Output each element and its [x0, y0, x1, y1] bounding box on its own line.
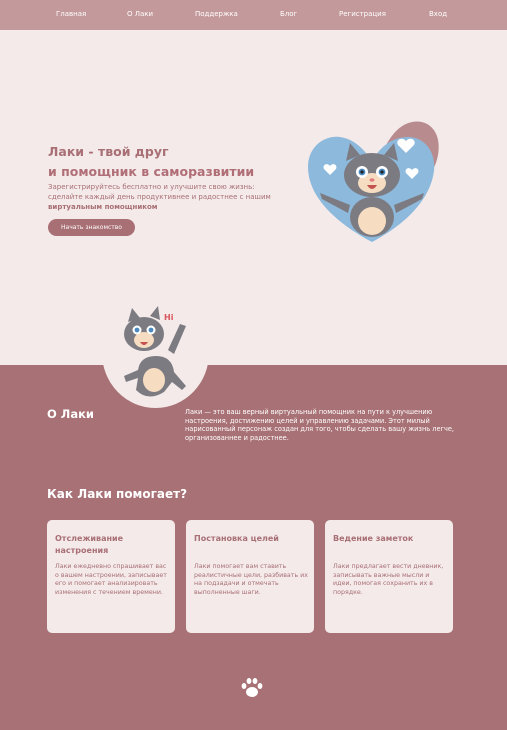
start-button[interactable]: Начать знакомство [48, 219, 135, 236]
card-text: Лаки помогает вам ставить реалистичные ц… [194, 563, 308, 596]
about-title: О Лаки [47, 407, 94, 421]
waving-cat-illustration: Hi [124, 306, 186, 397]
nav-item-login[interactable]: Вход [429, 10, 447, 18]
top-navigation: Главная О Лаки Поддержка Блог Регистраци… [0, 0, 507, 30]
hero-subtitle: Зарегистрируйтесь бесплатно и улучшите с… [48, 182, 278, 212]
hero-title-line2: и помощник в саморазвитии [48, 164, 255, 179]
feature-card-notes: Ведение заметок Лаки предлагает вести дн… [325, 520, 453, 633]
nav-item-home[interactable]: Главная [56, 10, 86, 18]
card-title: Отслеживание настроения [55, 534, 124, 555]
hero-title-line1: Лаки - твой друг [48, 144, 169, 159]
heart-mascot-illustration [300, 117, 445, 247]
hero-subtitle-bold: виртуальным помощником [48, 203, 158, 211]
nav-item-about[interactable]: О Лаки [127, 10, 153, 18]
about-text: Лаки — это ваш верный виртуальный помощн… [185, 408, 455, 442]
hero-subtitle-text: Зарегистрируйтесь бесплатно и улучшите с… [48, 183, 271, 201]
card-text: Лаки ежедневно спрашивает вас о вашем на… [55, 563, 167, 596]
nav-item-register[interactable]: Регистрация [339, 10, 386, 18]
hero-title: Лаки - твой друг и помощник в саморазвит… [48, 142, 254, 182]
feature-card-goals: Постановка целей Лаки помогает вам стави… [186, 520, 314, 633]
nav-item-support[interactable]: Поддержка [195, 10, 238, 18]
nav-item-blog[interactable]: Блог [280, 10, 297, 18]
feature-card-mood: Отслеживание настроения Лаки ежедневно с… [47, 520, 175, 633]
paw-icon [241, 678, 263, 697]
hi-badge: Hi [164, 313, 174, 322]
heart-icon [308, 121, 439, 242]
card-title: Ведение заметок [333, 534, 414, 543]
card-title: Постановка целей [194, 534, 279, 543]
card-text: Лаки предлагает вести дневник, записыват… [333, 563, 444, 596]
how-title: Как Лаки помогает? [47, 487, 188, 501]
